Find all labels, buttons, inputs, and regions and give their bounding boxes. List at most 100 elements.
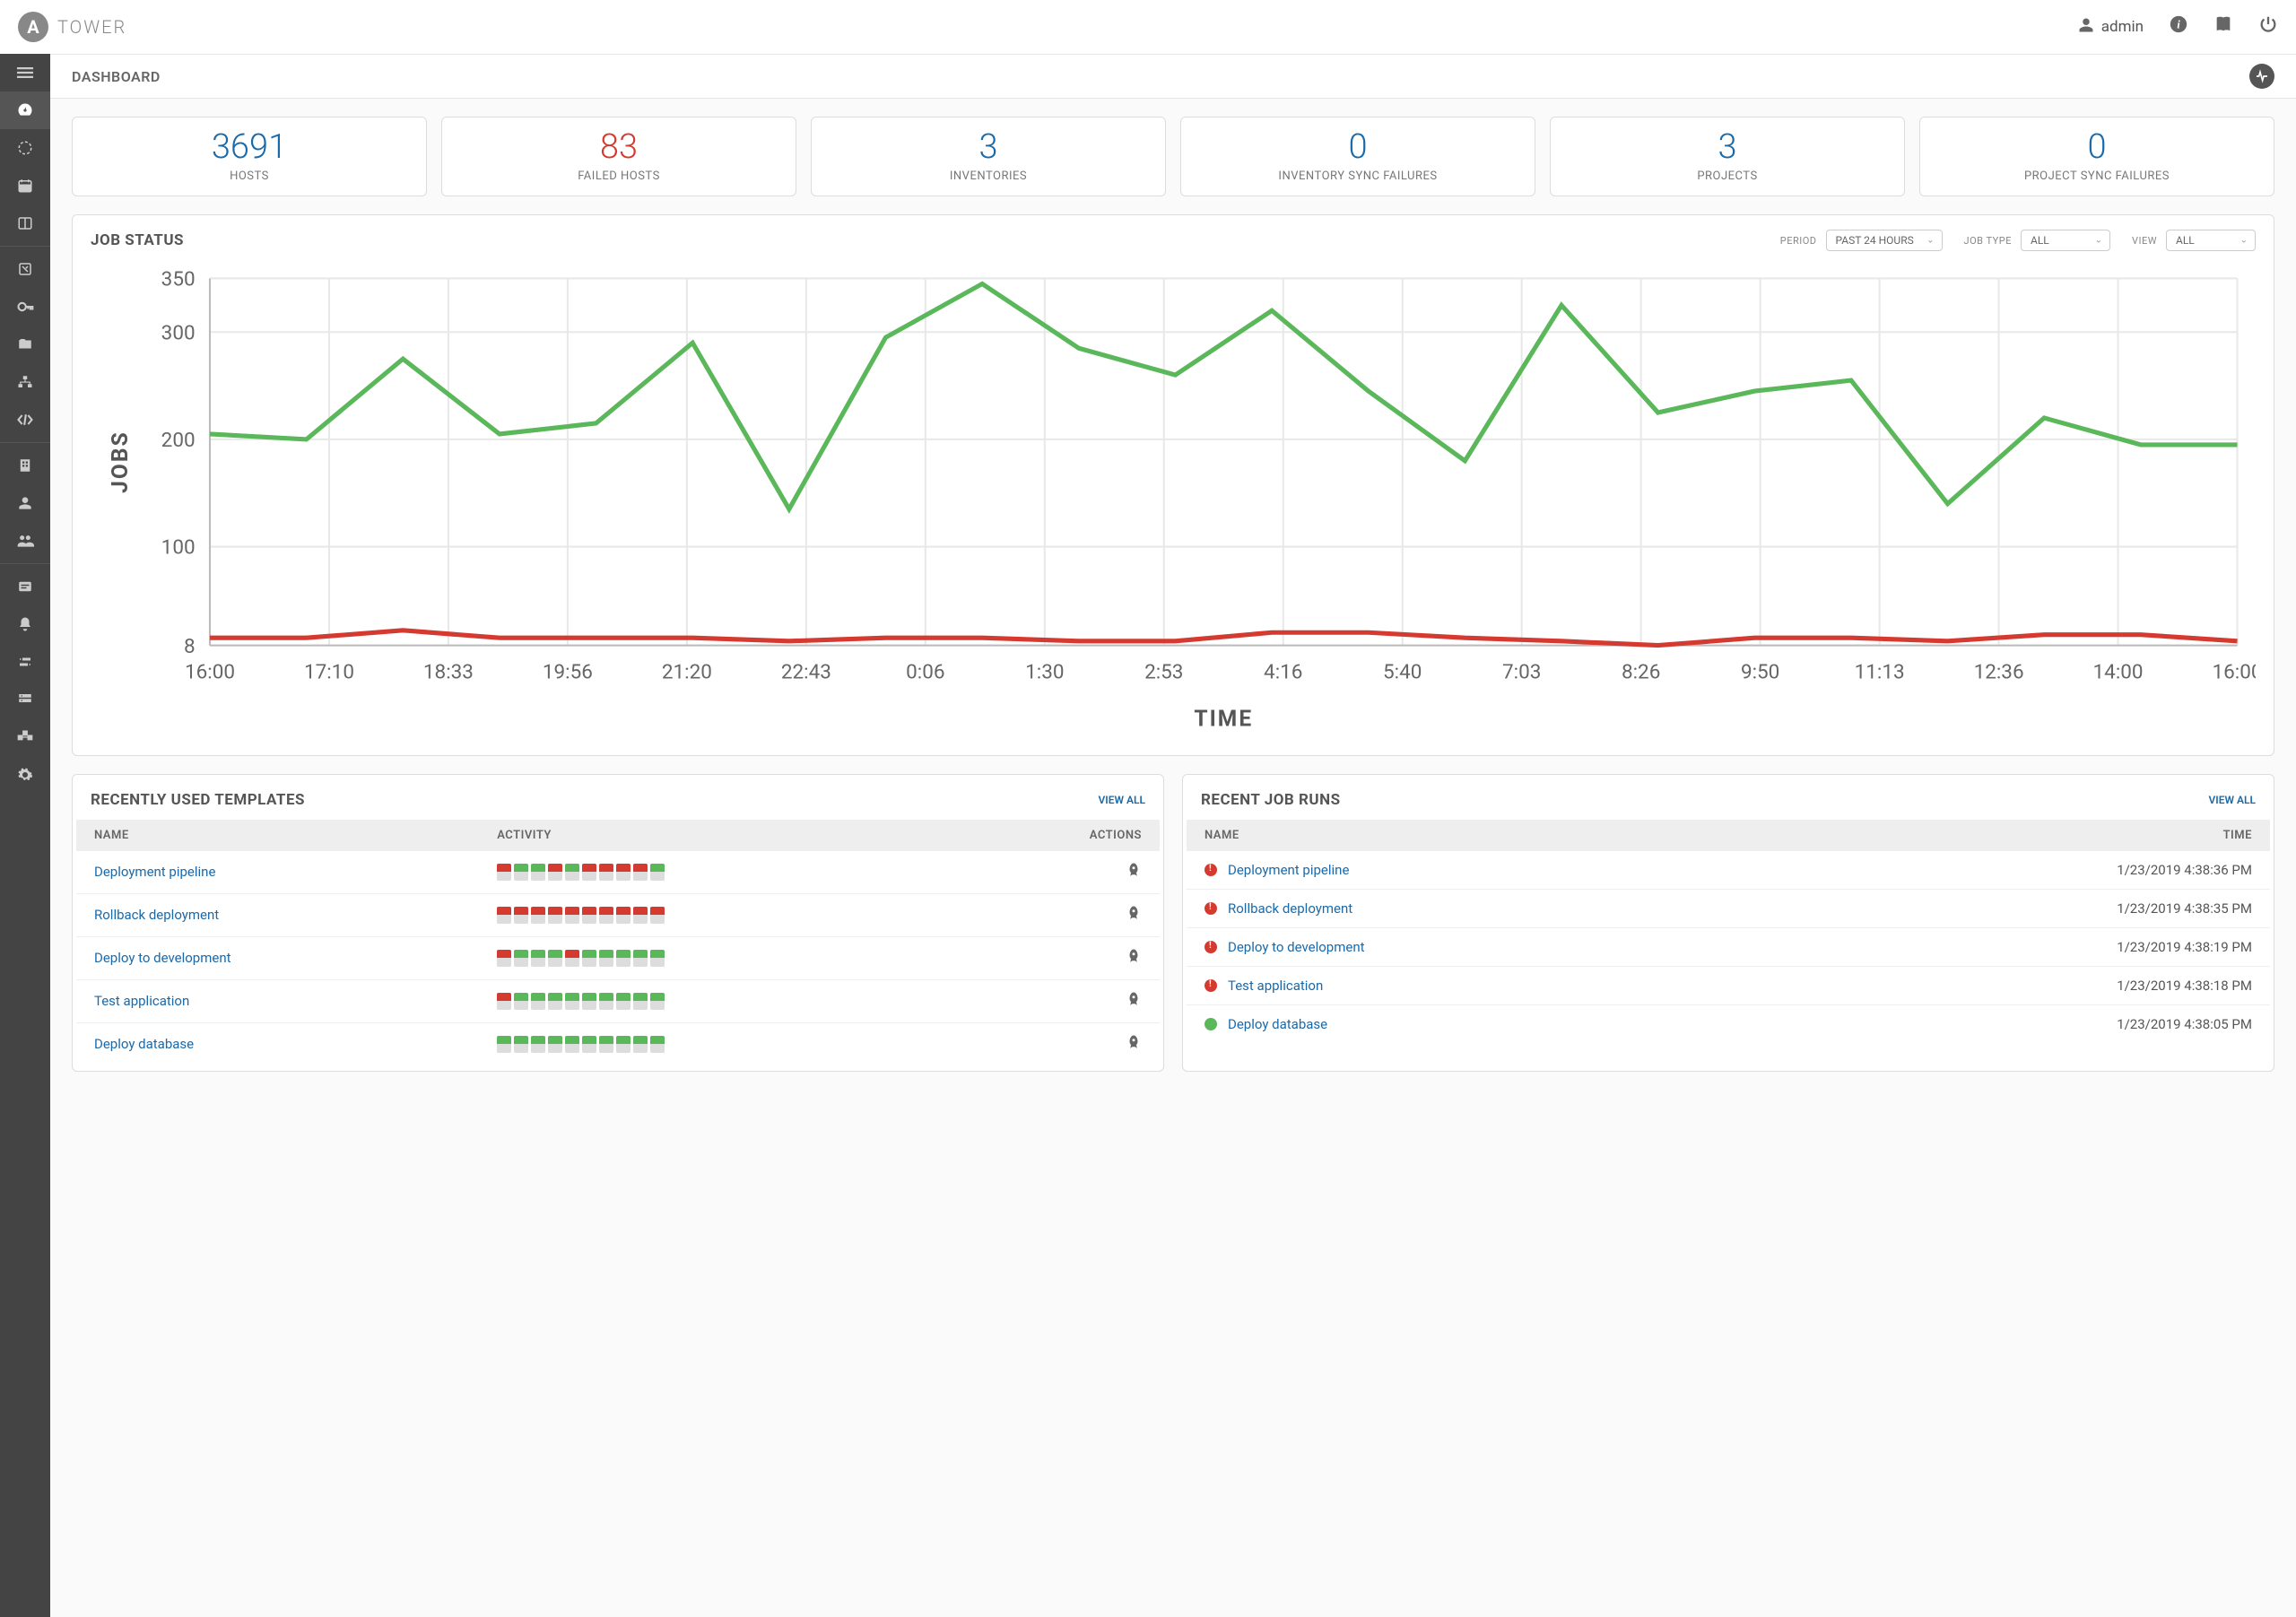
activity-block <box>497 907 511 924</box>
activity-sparkline <box>497 864 936 881</box>
job-link[interactable]: Test application <box>1228 978 1323 994</box>
job-link[interactable]: Rollback deployment <box>1228 900 1352 917</box>
view-select[interactable]: ALL⌄ <box>2166 230 2256 251</box>
svg-text:JOBS: JOBS <box>107 430 133 493</box>
status-dot-icon <box>1205 979 1217 992</box>
templates-view-all-link[interactable]: VIEW ALL <box>1098 794 1145 806</box>
line-chart: 810020030035016:0017:1018:3319:5621:2022… <box>91 260 2256 737</box>
nav-inventory-scripts[interactable] <box>0 401 50 439</box>
top-bar: A TOWER admin i <box>0 0 2296 54</box>
activity-block <box>633 864 648 881</box>
nav-credentials[interactable] <box>0 288 50 326</box>
activity-block <box>514 950 528 967</box>
nav-portal[interactable] <box>0 204 50 242</box>
template-link[interactable]: Rollback deployment <box>94 907 219 923</box>
activity-block <box>514 1036 528 1053</box>
summary-card[interactable]: 83 FAILED HOSTS <box>441 117 796 196</box>
user-menu[interactable]: admin <box>2078 17 2144 38</box>
nav-dashboard[interactable] <box>0 91 50 129</box>
activity-block <box>599 907 613 924</box>
templates-panel: RECENTLY USED TEMPLATES VIEW ALL NAME AC… <box>72 774 1164 1072</box>
job-time: 1/23/2019 4:38:18 PM <box>1765 966 2270 1004</box>
nav-projects[interactable] <box>0 326 50 363</box>
docs-icon[interactable] <box>2213 14 2233 39</box>
nav-instance-groups[interactable] <box>0 681 50 718</box>
activity-sparkline <box>497 993 936 1010</box>
table-row: Deploy database 1/23/2019 4:38:05 PM <box>1187 1004 2270 1043</box>
sidebar <box>0 0 50 1617</box>
template-link[interactable]: Deploy database <box>94 1036 194 1052</box>
activity-block <box>633 950 648 967</box>
period-label: PERIOD <box>1780 235 1817 247</box>
activity-block <box>650 864 665 881</box>
power-icon[interactable] <box>2258 14 2278 39</box>
nav-organizations[interactable] <box>0 447 50 484</box>
svg-text:350: 350 <box>161 268 196 291</box>
job-status-filters: PERIOD PAST 24 HOURS⌄ JOB TYPE ALL⌄ VIEW… <box>1780 230 2256 251</box>
template-link[interactable]: Deployment pipeline <box>94 864 215 880</box>
summary-card[interactable]: 0 INVENTORY SYNC FAILURES <box>1180 117 1535 196</box>
jobs-view-all-link[interactable]: VIEW ALL <box>2208 794 2256 806</box>
activity-block <box>616 950 631 967</box>
nav-users[interactable] <box>0 484 50 522</box>
info-icon[interactable]: i <box>2169 14 2188 39</box>
launch-icon[interactable] <box>1126 950 1142 969</box>
nav-schedules[interactable] <box>0 167 50 204</box>
summary-card[interactable]: 3 PROJECTS <box>1550 117 1905 196</box>
svg-text:8: 8 <box>184 635 196 658</box>
nav-credential-types[interactable] <box>0 568 50 605</box>
activity-sparkline <box>497 907 936 924</box>
activity-block <box>548 1036 562 1053</box>
svg-text:i: i <box>2177 19 2180 31</box>
job-link[interactable]: Deployment pipeline <box>1228 862 1349 878</box>
template-link[interactable]: Test application <box>94 993 189 1009</box>
launch-icon[interactable] <box>1126 993 1142 1012</box>
brand-name: TOWER <box>57 16 126 38</box>
activity-stream-icon[interactable] <box>2249 64 2274 89</box>
activity-block <box>531 907 545 924</box>
jobs-col-time: TIME <box>1765 820 2270 851</box>
activity-block <box>582 950 596 967</box>
svg-text:17:10: 17:10 <box>304 660 354 683</box>
card-label: FAILED HOSTS <box>451 170 787 183</box>
job-link[interactable]: Deploy to development <box>1228 939 1365 955</box>
launch-icon[interactable] <box>1126 907 1142 926</box>
table-row: Deployment pipeline 1/23/2019 4:38:36 PM <box>1187 851 2270 890</box>
job-time: 1/23/2019 4:38:35 PM <box>1765 889 2270 927</box>
card-value: 3 <box>821 130 1156 164</box>
activity-block <box>548 993 562 1010</box>
brand: A TOWER <box>18 12 126 42</box>
nav-templates[interactable] <box>0 250 50 288</box>
svg-text:1:30: 1:30 <box>1025 660 1064 683</box>
card-value: 83 <box>451 130 787 164</box>
summary-card[interactable]: 3691 HOSTS <box>72 117 427 196</box>
nav-notifications[interactable] <box>0 605 50 643</box>
brand-logo: A <box>18 12 48 42</box>
activity-block <box>650 950 665 967</box>
nav-inventories[interactable] <box>0 363 50 401</box>
job-time: 1/23/2019 4:38:36 PM <box>1765 851 2270 890</box>
svg-text:200: 200 <box>161 429 196 452</box>
nav-applications[interactable] <box>0 718 50 756</box>
jobs-table: NAME TIME Deployment pipeline 1/23/2019 … <box>1187 820 2270 1043</box>
nav-management-jobs[interactable] <box>0 643 50 681</box>
period-select[interactable]: PAST 24 HOURS⌄ <box>1826 230 1943 251</box>
summary-card[interactable]: 3 INVENTORIES <box>811 117 1166 196</box>
table-row: Rollback deployment 1/23/2019 4:38:35 PM <box>1187 889 2270 927</box>
svg-text:TIME: TIME <box>1194 706 1253 732</box>
nav-settings[interactable] <box>0 756 50 794</box>
nav-jobs[interactable] <box>0 129 50 167</box>
job-link[interactable]: Deploy database <box>1228 1016 1327 1032</box>
summary-card[interactable]: 0 PROJECT SYNC FAILURES <box>1919 117 2274 196</box>
activity-block <box>531 1036 545 1053</box>
launch-icon[interactable] <box>1126 1036 1142 1055</box>
template-link[interactable]: Deploy to development <box>94 950 231 966</box>
nav-menu-toggle[interactable] <box>0 54 50 91</box>
status-dot-icon <box>1205 1018 1217 1030</box>
job-type-select[interactable]: ALL⌄ <box>2021 230 2110 251</box>
launch-icon[interactable] <box>1126 864 1142 882</box>
svg-text:2:53: 2:53 <box>1144 660 1183 683</box>
activity-block <box>497 864 511 881</box>
svg-text:12:36: 12:36 <box>1974 660 2024 683</box>
nav-teams[interactable] <box>0 522 50 560</box>
